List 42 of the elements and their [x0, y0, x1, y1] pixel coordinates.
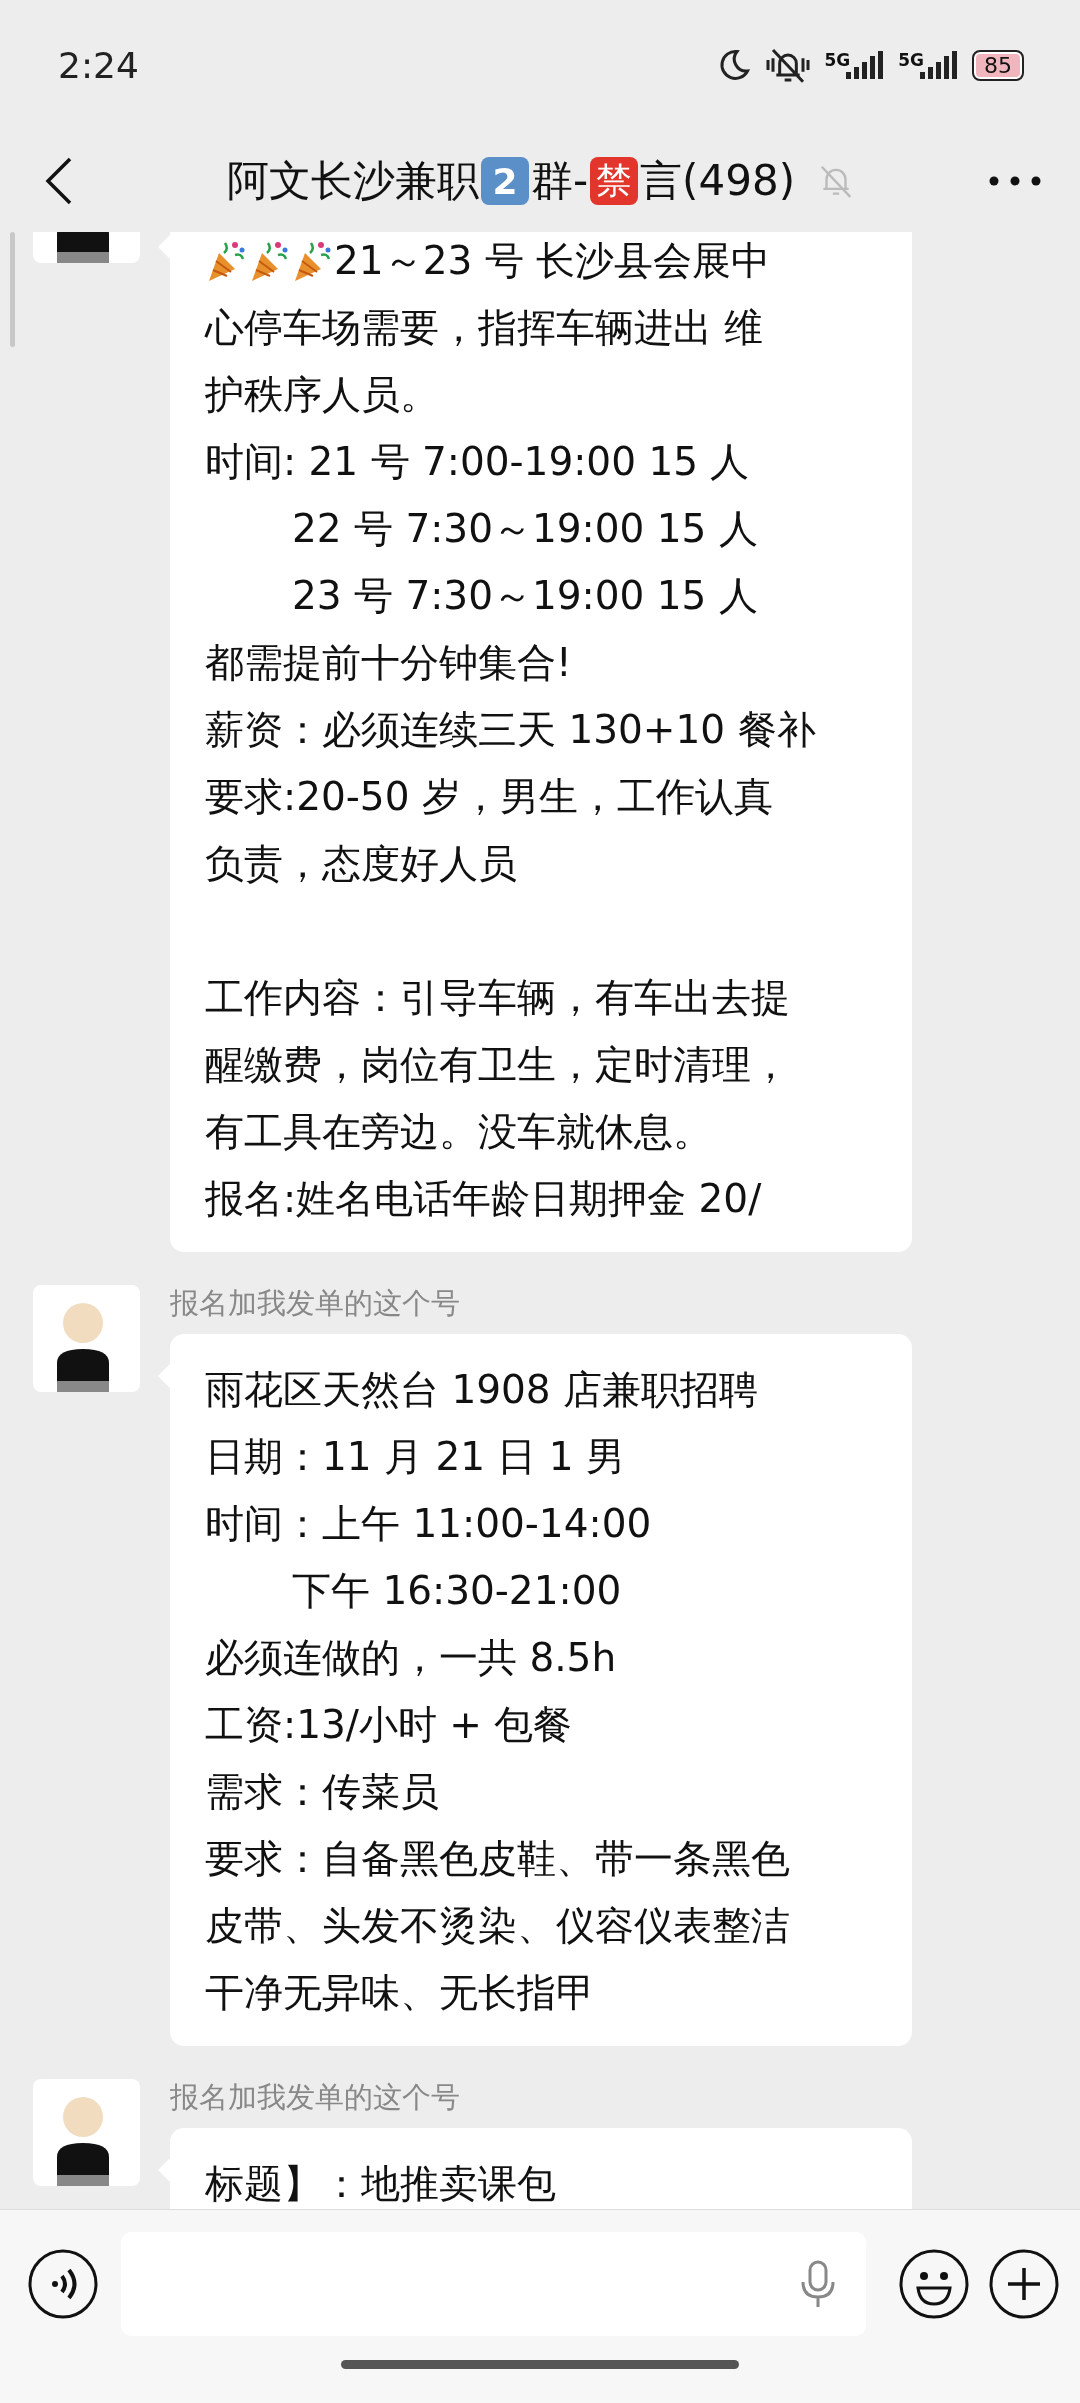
message-text: 要求:20-50 岁，男生，工作认真	[205, 773, 773, 821]
message-text: 雨花区天然台 1908 店兼职招聘	[205, 1366, 759, 1414]
message-text: 心停车场需要，指挥车辆进出 维	[205, 304, 764, 352]
message-text: 有工具在旁边。没车就休息。	[205, 1108, 712, 1156]
message-text: 干净无异味、无长指甲	[205, 1969, 595, 2017]
emoji-icon[interactable]	[898, 2248, 970, 2320]
message-text: 时间：上午 11:00-14:00	[205, 1500, 652, 1548]
add-icon[interactable]	[988, 2248, 1060, 2320]
message-text: 报名:姓名电话年龄日期押金 20/	[205, 1175, 762, 1223]
message-text: 日期：11 月 21 日 1 男	[205, 1433, 626, 1481]
message-text: 都需提前十分钟集合!	[205, 639, 572, 687]
message-text: 标题】：地推卖课包	[205, 2160, 556, 2208]
message-text: 23 号 7:30～19:00 15 人	[292, 572, 758, 620]
sender-name: 报名加我发单的这个号	[170, 2079, 461, 2115]
network-type: 5G	[898, 50, 924, 70]
battery-indicator: 85	[972, 49, 1024, 81]
network-type: 5G	[824, 50, 851, 70]
message-text: 醒缴费，岗位有卫生，定时清理，	[205, 1041, 790, 1089]
message-text: 要求：自备黑色皮鞋、带一条黑色	[205, 1835, 790, 1883]
sender-name: 报名加我发单的这个号	[170, 1285, 461, 1321]
more-icon[interactable]	[988, 175, 1042, 187]
prohibited-badge: 禁	[590, 157, 639, 205]
message-text: 皮带、头发不烫染、仪容仪表整洁	[205, 1902, 790, 1950]
chat-title: 言(498)	[640, 155, 796, 207]
message-input[interactable]	[121, 2232, 866, 2336]
chat-title: 群-	[530, 155, 589, 207]
number-badge: 2	[480, 157, 529, 205]
status-time: 2:24	[58, 44, 139, 86]
message-text: 工资:13/小时 + 包餐	[205, 1701, 573, 1749]
message-text: 22 号 7:30～19:00 15 人	[292, 505, 758, 553]
message-text: 时间: 21 号 7:00-19:00 15 人	[205, 438, 750, 486]
message-text: 薪资：必须连续三天 130+10 餐补	[205, 706, 816, 754]
back-icon[interactable]	[44, 156, 74, 206]
message-text: 21～23 号 长沙县会展中	[334, 237, 771, 285]
message-text: 需求：传菜员	[205, 1768, 439, 1816]
voice-icon[interactable]	[27, 2248, 99, 2320]
message-text: 必须连做的，一共 8.5h	[205, 1634, 617, 1682]
message-text: 工作内容：引导车辆，有车出去提	[205, 974, 790, 1022]
message-text: 负责，态度好人员	[205, 840, 517, 888]
message-text: 下午 16:30-21:00	[292, 1567, 622, 1615]
message-text: 护秩序人员。	[205, 371, 439, 419]
chat-title: 阿文长沙兼职	[226, 155, 479, 207]
